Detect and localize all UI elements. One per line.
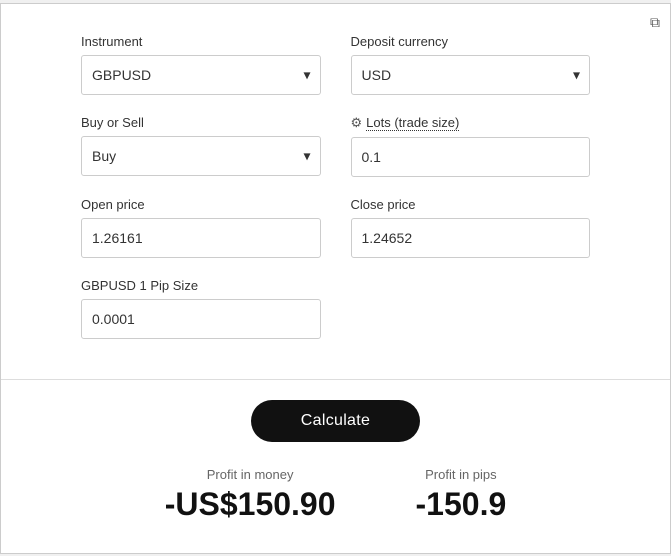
- open-price-input[interactable]: [81, 218, 321, 258]
- buy-sell-select[interactable]: Buy Sell: [81, 136, 321, 176]
- profit-pips-value: -150.9: [416, 486, 507, 523]
- lots-group: ⚙Lots (trade size): [351, 115, 591, 177]
- buy-sell-label: Buy or Sell: [81, 115, 321, 130]
- instrument-select-wrapper: GBPUSD EURUSD USDJPY AUDUSD: [81, 55, 321, 95]
- close-price-group: Close price: [351, 197, 591, 258]
- results-row: Profit in money -US$150.90 Profit in pip…: [81, 467, 590, 523]
- profit-money-label: Profit in money: [207, 467, 294, 482]
- form-section: Instrument GBPUSD EURUSD USDJPY AUDUSD D…: [1, 4, 670, 380]
- instrument-select[interactable]: GBPUSD EURUSD USDJPY AUDUSD: [81, 55, 321, 95]
- deposit-currency-label: Deposit currency: [351, 34, 591, 49]
- result-section: Calculate Profit in money -US$150.90 Pro…: [1, 380, 670, 553]
- close-price-label: Close price: [351, 197, 591, 212]
- form-row-1: Instrument GBPUSD EURUSD USDJPY AUDUSD D…: [81, 34, 590, 95]
- open-price-group: Open price: [81, 197, 321, 258]
- pip-size-label: GBPUSD 1 Pip Size: [81, 278, 321, 293]
- deposit-currency-select-wrapper: USD EUR GBP JPY: [351, 55, 591, 95]
- profit-money-value: -US$150.90: [165, 486, 336, 523]
- close-price-input[interactable]: [351, 218, 591, 258]
- form-row-4: GBPUSD 1 Pip Size: [81, 278, 590, 339]
- buy-sell-group: Buy or Sell Buy Sell: [81, 115, 321, 177]
- form-row-2: Buy or Sell Buy Sell ⚙Lots (trade size): [81, 115, 590, 177]
- pip-size-group: GBPUSD 1 Pip Size: [81, 278, 321, 339]
- deposit-currency-select[interactable]: USD EUR GBP JPY: [351, 55, 591, 95]
- empty-group: [351, 278, 591, 339]
- lots-label: ⚙Lots (trade size): [351, 115, 591, 131]
- gear-icon: ⚙: [351, 115, 363, 131]
- profit-pips-item: Profit in pips -150.9: [416, 467, 507, 523]
- external-link-icon[interactable]: ⧉: [650, 14, 660, 31]
- form-row-3: Open price Close price: [81, 197, 590, 258]
- open-price-label: Open price: [81, 197, 321, 212]
- instrument-group: Instrument GBPUSD EURUSD USDJPY AUDUSD: [81, 34, 321, 95]
- profit-pips-label: Profit in pips: [425, 467, 497, 482]
- calculator-container: ⧉ Instrument GBPUSD EURUSD USDJPY AUDUSD…: [0, 3, 671, 554]
- profit-money-item: Profit in money -US$150.90: [165, 467, 336, 523]
- pip-size-input[interactable]: [81, 299, 321, 339]
- calculate-button[interactable]: Calculate: [251, 400, 420, 442]
- lots-input[interactable]: [351, 137, 591, 177]
- instrument-label: Instrument: [81, 34, 321, 49]
- buy-sell-select-wrapper: Buy Sell: [81, 136, 321, 176]
- deposit-currency-group: Deposit currency USD EUR GBP JPY: [351, 34, 591, 95]
